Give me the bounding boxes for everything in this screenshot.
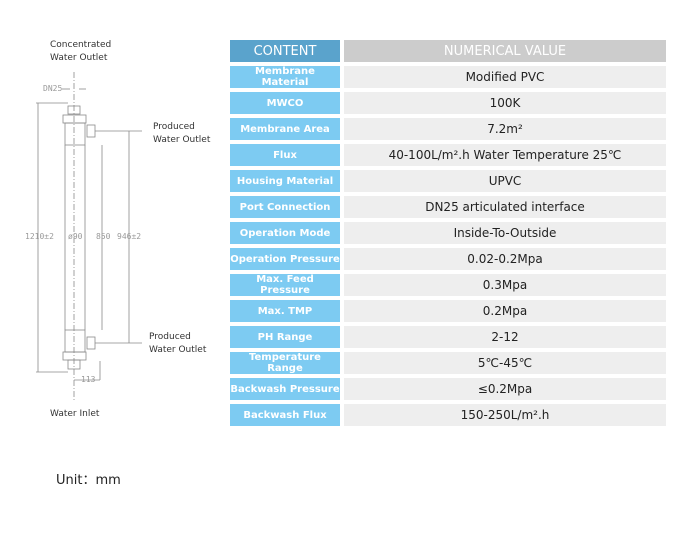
dim-total-length: 1210±2 <box>25 232 54 241</box>
row-key: Operation Mode <box>230 222 340 244</box>
row-value: DN25 articulated interface <box>344 196 666 218</box>
row-value: Modified PVC <box>344 66 666 88</box>
row-value: 5℃-45℃ <box>344 352 666 374</box>
row-key: Operation Pressure <box>230 248 340 270</box>
spec-table: CONTENT NUMERICAL VALUE Membrane Materia… <box>230 36 666 430</box>
top-side-port <box>86 124 96 138</box>
table-row: MWCO 100K <box>230 92 666 114</box>
row-value: Inside-To-Outside <box>344 222 666 244</box>
dim-outlet-spacing: 946±2 <box>117 232 142 241</box>
table-row: Operation Mode Inside-To-Outside <box>230 222 666 244</box>
top-cap <box>62 114 87 124</box>
concentrated-outlet-label: Concentrated <box>50 40 112 50</box>
row-value: 2-12 <box>344 326 666 348</box>
row-value: 0.2Mpa <box>344 300 666 322</box>
module-drawing <box>36 72 142 400</box>
row-key: Backwash Flux <box>230 404 340 426</box>
row-key: Membrane Material <box>230 66 340 88</box>
row-key: Max. TMP <box>230 300 340 322</box>
row-key: Backwash Pressure <box>230 378 340 400</box>
row-key: Flux <box>230 144 340 166</box>
table-row: Membrane Material Modified PVC <box>230 66 666 88</box>
dim-side-offset: 113 <box>81 375 96 384</box>
unit-note: Unit：mm <box>56 473 121 488</box>
produced-outlet-bottom-label-2: Water Outlet <box>149 345 207 355</box>
table-row: Port Connection DN25 articulated interfac… <box>230 196 666 218</box>
table-row: PH Range 2-12 <box>230 326 666 348</box>
water-inlet-label: Water Inlet <box>50 409 100 419</box>
header-content: CONTENT <box>230 40 340 62</box>
bottom-cap <box>62 351 87 361</box>
header-value: NUMERICAL VALUE <box>344 40 666 62</box>
table-row: Flux 40-100L/m².h Water Temperature 25℃ <box>230 144 666 166</box>
row-key: Membrane Area <box>230 118 340 140</box>
row-value: 150-250L/m².h <box>344 404 666 426</box>
table-row: Housing Material UPVC <box>230 170 666 192</box>
row-value: ≤0.2Mpa <box>344 378 666 400</box>
dim-port: DN25 <box>43 84 63 93</box>
table-row: Backwash Flux 150-250L/m².h <box>230 404 666 426</box>
row-value: 7.2m² <box>344 118 666 140</box>
row-key: Port Connection <box>230 196 340 218</box>
row-value: 40-100L/m².h Water Temperature 25℃ <box>344 144 666 166</box>
row-key: Temperature Range <box>230 352 340 374</box>
concentrated-outlet-label-2: Water Outlet <box>50 53 108 63</box>
row-value: UPVC <box>344 170 666 192</box>
row-key: Housing Material <box>230 170 340 192</box>
produced-outlet-bottom-label: Produced <box>149 332 191 342</box>
table-row: Temperature Range 5℃-45℃ <box>230 352 666 374</box>
table-row: Membrane Area 7.2m² <box>230 118 666 140</box>
table-header: CONTENT NUMERICAL VALUE <box>230 40 666 62</box>
dim-diameter: ø90 <box>68 232 83 241</box>
row-key: MWCO <box>230 92 340 114</box>
row-value: 0.02-0.2Mpa <box>344 248 666 270</box>
produced-outlet-top-label-2: Water Outlet <box>153 135 211 145</box>
row-value: 0.3Mpa <box>344 274 666 296</box>
table-row: Backwash Pressure ≤0.2Mpa <box>230 378 666 400</box>
table-row: Max. TMP 0.2Mpa <box>230 300 666 322</box>
table-row: Max. Feed Pressure 0.3Mpa <box>230 274 666 296</box>
table-row: Operation Pressure 0.02-0.2Mpa <box>230 248 666 270</box>
row-value: 100K <box>344 92 666 114</box>
dim-membrane-length: 850 <box>96 232 111 241</box>
row-key: Max. Feed Pressure <box>230 274 340 296</box>
produced-outlet-top-label: Produced <box>153 122 195 132</box>
bottom-side-port <box>86 336 96 350</box>
row-key: PH Range <box>230 326 340 348</box>
